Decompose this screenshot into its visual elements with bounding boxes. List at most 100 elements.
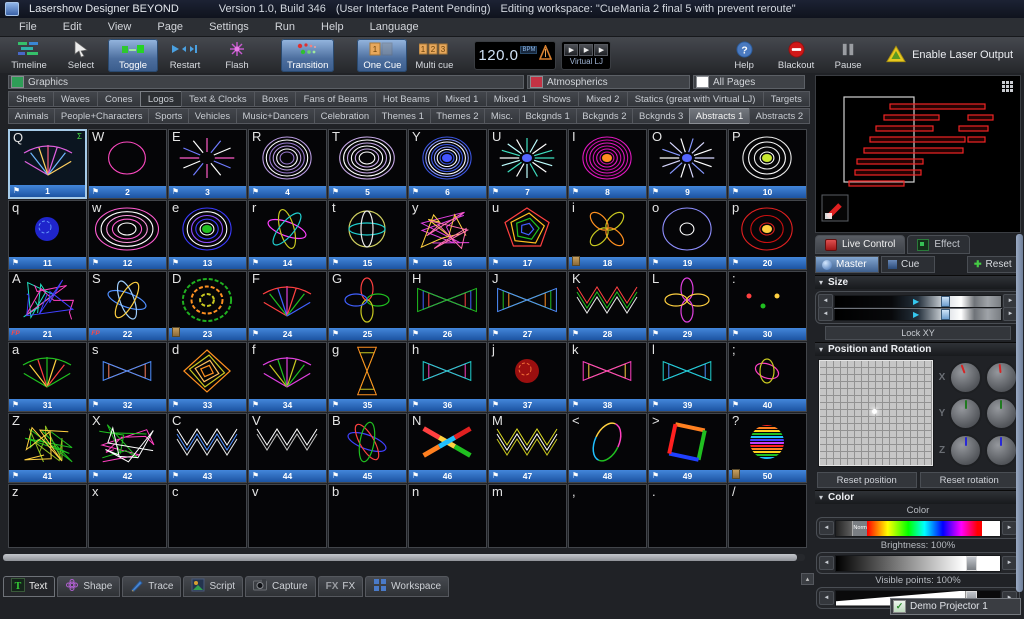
cue-cell-7[interactable]: U ⚑ 7 — [488, 129, 567, 199]
one-cue-button[interactable]: 1 One Cue — [357, 38, 408, 72]
cue-cell-14[interactable]: r ⚑ 14 — [248, 200, 327, 270]
timeline-button[interactable]: Timeline — [4, 39, 54, 72]
horizontal-scrollbar[interactable] — [3, 554, 805, 561]
transition-button[interactable]: Transition — [281, 38, 335, 72]
page-tab-boxes[interactable]: Boxes — [253, 91, 297, 107]
cue-cell-12[interactable]: w ⚑ 12 — [88, 200, 167, 270]
y-position-knob[interactable] — [949, 397, 983, 431]
cue-cell-39[interactable]: l ⚑ 39 — [648, 342, 727, 412]
page-tab-mixed-2[interactable]: Mixed 2 — [577, 91, 628, 107]
reset-position-button[interactable]: Reset position — [817, 472, 917, 488]
page-tab-abstracts-2[interactable]: Abstracts 2 — [748, 108, 810, 124]
cue-cell-empty-3[interactable]: c — [168, 484, 247, 548]
section-header-position[interactable]: ▾ Position and Rotation — [815, 342, 1021, 356]
cue-cell-40[interactable]: ; ⚑ 40 — [728, 342, 807, 412]
cue-cell-35[interactable]: g ⚑ 35 — [328, 342, 407, 412]
page-tab-shows[interactable]: Shows — [534, 91, 579, 107]
menu-settings[interactable]: Settings — [196, 21, 262, 33]
cue-cell-18[interactable]: i 18 — [568, 200, 647, 270]
cue-cell-empty-8[interactable]: , — [568, 484, 647, 548]
cue-cell-29[interactable]: L ⚑ 29 — [648, 271, 727, 341]
cue-cell-50[interactable]: ? 50 — [728, 413, 807, 483]
cue-cell-25[interactable]: G ⚑ 25 — [328, 271, 407, 341]
cue-cell-11[interactable]: q ⚑ 11 — [8, 200, 87, 270]
cue-cell-26[interactable]: H ⚑ 26 — [408, 271, 487, 341]
page-tab-targets[interactable]: Targets — [762, 91, 811, 107]
size-track-y[interactable]: ▶ — [834, 307, 1002, 321]
cue-cell-23[interactable]: D 23 — [168, 271, 247, 341]
cue-cell-44[interactable]: V ⚑ 44 — [248, 413, 327, 483]
cue-cell-28[interactable]: K ⚑ 28 — [568, 271, 647, 341]
cue-cell-empty-7[interactable]: m — [488, 484, 567, 548]
menu-edit[interactable]: Edit — [50, 21, 95, 33]
vertical-scrollbar[interactable] — [1016, 234, 1023, 592]
cue-cell-10[interactable]: P ⚑ 10 — [728, 129, 807, 199]
page-tab-sports[interactable]: Sports — [148, 108, 190, 124]
flash-button[interactable]: Flash — [212, 39, 262, 72]
slider-right-arrow[interactable]: ► — [1002, 556, 1017, 570]
page-tab-misc[interactable]: Misc. — [484, 108, 520, 124]
cue-cell-47[interactable]: M ⚑ 47 — [488, 413, 567, 483]
x-rotation-knob[interactable] — [984, 360, 1018, 394]
cue-cell-31[interactable]: a ⚑ 31 — [8, 342, 87, 412]
cue-cell-empty-9[interactable]: . — [648, 484, 727, 548]
tab-trace[interactable]: Trace — [122, 576, 182, 597]
cue-cell-20[interactable]: p ⚑ 20 — [728, 200, 807, 270]
page-tab-vehicles[interactable]: Vehicles — [188, 108, 237, 124]
tab-script[interactable]: Script — [183, 576, 244, 597]
category-atmospherics[interactable]: Atmospherics — [527, 75, 690, 89]
horizontal-scrollbar-thumb[interactable] — [3, 554, 797, 561]
page-tab-mixed-1[interactable]: Mixed 1 — [485, 91, 536, 107]
color-norm-handle[interactable]: Norm — [852, 520, 868, 536]
cue-cell-27[interactable]: J ⚑ 27 — [488, 271, 567, 341]
menu-run[interactable]: Run — [262, 21, 308, 33]
cue-cell-6[interactable]: Y ⚑ 6 — [408, 129, 487, 199]
menu-page[interactable]: Page — [144, 21, 196, 33]
slider-left-arrow[interactable]: ◄ — [819, 521, 834, 535]
page-tab-hot-beams[interactable]: Hot Beams — [374, 91, 438, 107]
cue-cell-48[interactable]: < ⚑ 48 — [568, 413, 647, 483]
cue-cell-24[interactable]: F ⚑ 24 — [248, 271, 327, 341]
cue-cell-13[interactable]: e ⚑ 13 — [168, 200, 247, 270]
menu-language[interactable]: Language — [357, 21, 432, 33]
projector-status[interactable]: ✓ Demo Projector 1 — [890, 598, 1021, 615]
virtual-lj-play-icons[interactable]: ▶ ▶ ▶ — [564, 44, 609, 56]
menu-help[interactable]: Help — [308, 21, 357, 33]
cue-cell-empty-4[interactable]: v — [248, 484, 327, 548]
tab-live-control[interactable]: Live Control — [815, 235, 906, 254]
slider-left-arrow[interactable]: ◄ — [819, 591, 834, 605]
x-position-knob[interactable] — [949, 360, 983, 394]
brightness-handle[interactable] — [965, 555, 977, 571]
page-tab-people-characters[interactable]: People+Characters — [54, 108, 150, 124]
cue-cell-empty-2[interactable]: x — [88, 484, 167, 548]
page-tab-logos[interactable]: Logos — [139, 91, 182, 107]
slider-left-arrow[interactable]: ◄ — [818, 307, 833, 321]
tab-text[interactable]: T Text — [3, 576, 56, 597]
brightness-track[interactable] — [835, 554, 1001, 572]
tab-master[interactable]: Master — [815, 256, 879, 273]
size-handle-y[interactable] — [941, 308, 951, 320]
z-position-knob[interactable] — [949, 434, 983, 468]
cue-cell-3[interactable]: E ⚑ 3 — [168, 129, 247, 199]
reset-rotation-button[interactable]: Reset rotation — [919, 472, 1019, 488]
section-header-color[interactable]: ▾ Color — [815, 490, 1021, 504]
tab-capture[interactable]: Capture — [245, 576, 316, 597]
cue-cell-1[interactable]: Q Σ ⚑ 1 — [8, 129, 87, 199]
cue-cell-49[interactable]: > ⚑ 49 — [648, 413, 727, 483]
category-all-pages[interactable]: All Pages — [693, 75, 805, 89]
page-tab-bckgnds-2[interactable]: Bckgnds 2 — [575, 108, 634, 124]
cue-cell-41[interactable]: Z ⚑ 41 — [8, 413, 87, 483]
category-graphics[interactable]: Graphics — [8, 75, 524, 89]
cue-cell-38[interactable]: k ⚑ 38 — [568, 342, 647, 412]
page-tab-cones[interactable]: Cones — [96, 91, 141, 107]
reset-button[interactable]: ✚ Reset — [967, 256, 1021, 273]
bpm-display[interactable]: 120.0 BPM — [474, 40, 557, 70]
cue-cell-17[interactable]: u ⚑ 17 — [488, 200, 567, 270]
y-rotation-knob[interactable] — [984, 397, 1018, 431]
cue-cell-22[interactable]: S FP 22 — [88, 271, 167, 341]
page-tab-waves[interactable]: Waves — [52, 91, 98, 107]
select-button[interactable]: Select — [56, 39, 106, 72]
page-tab-sheets[interactable]: Sheets — [8, 91, 54, 107]
page-tab-themes-2[interactable]: Themes 2 — [429, 108, 486, 124]
slider-left-arrow[interactable]: ◄ — [819, 556, 834, 570]
